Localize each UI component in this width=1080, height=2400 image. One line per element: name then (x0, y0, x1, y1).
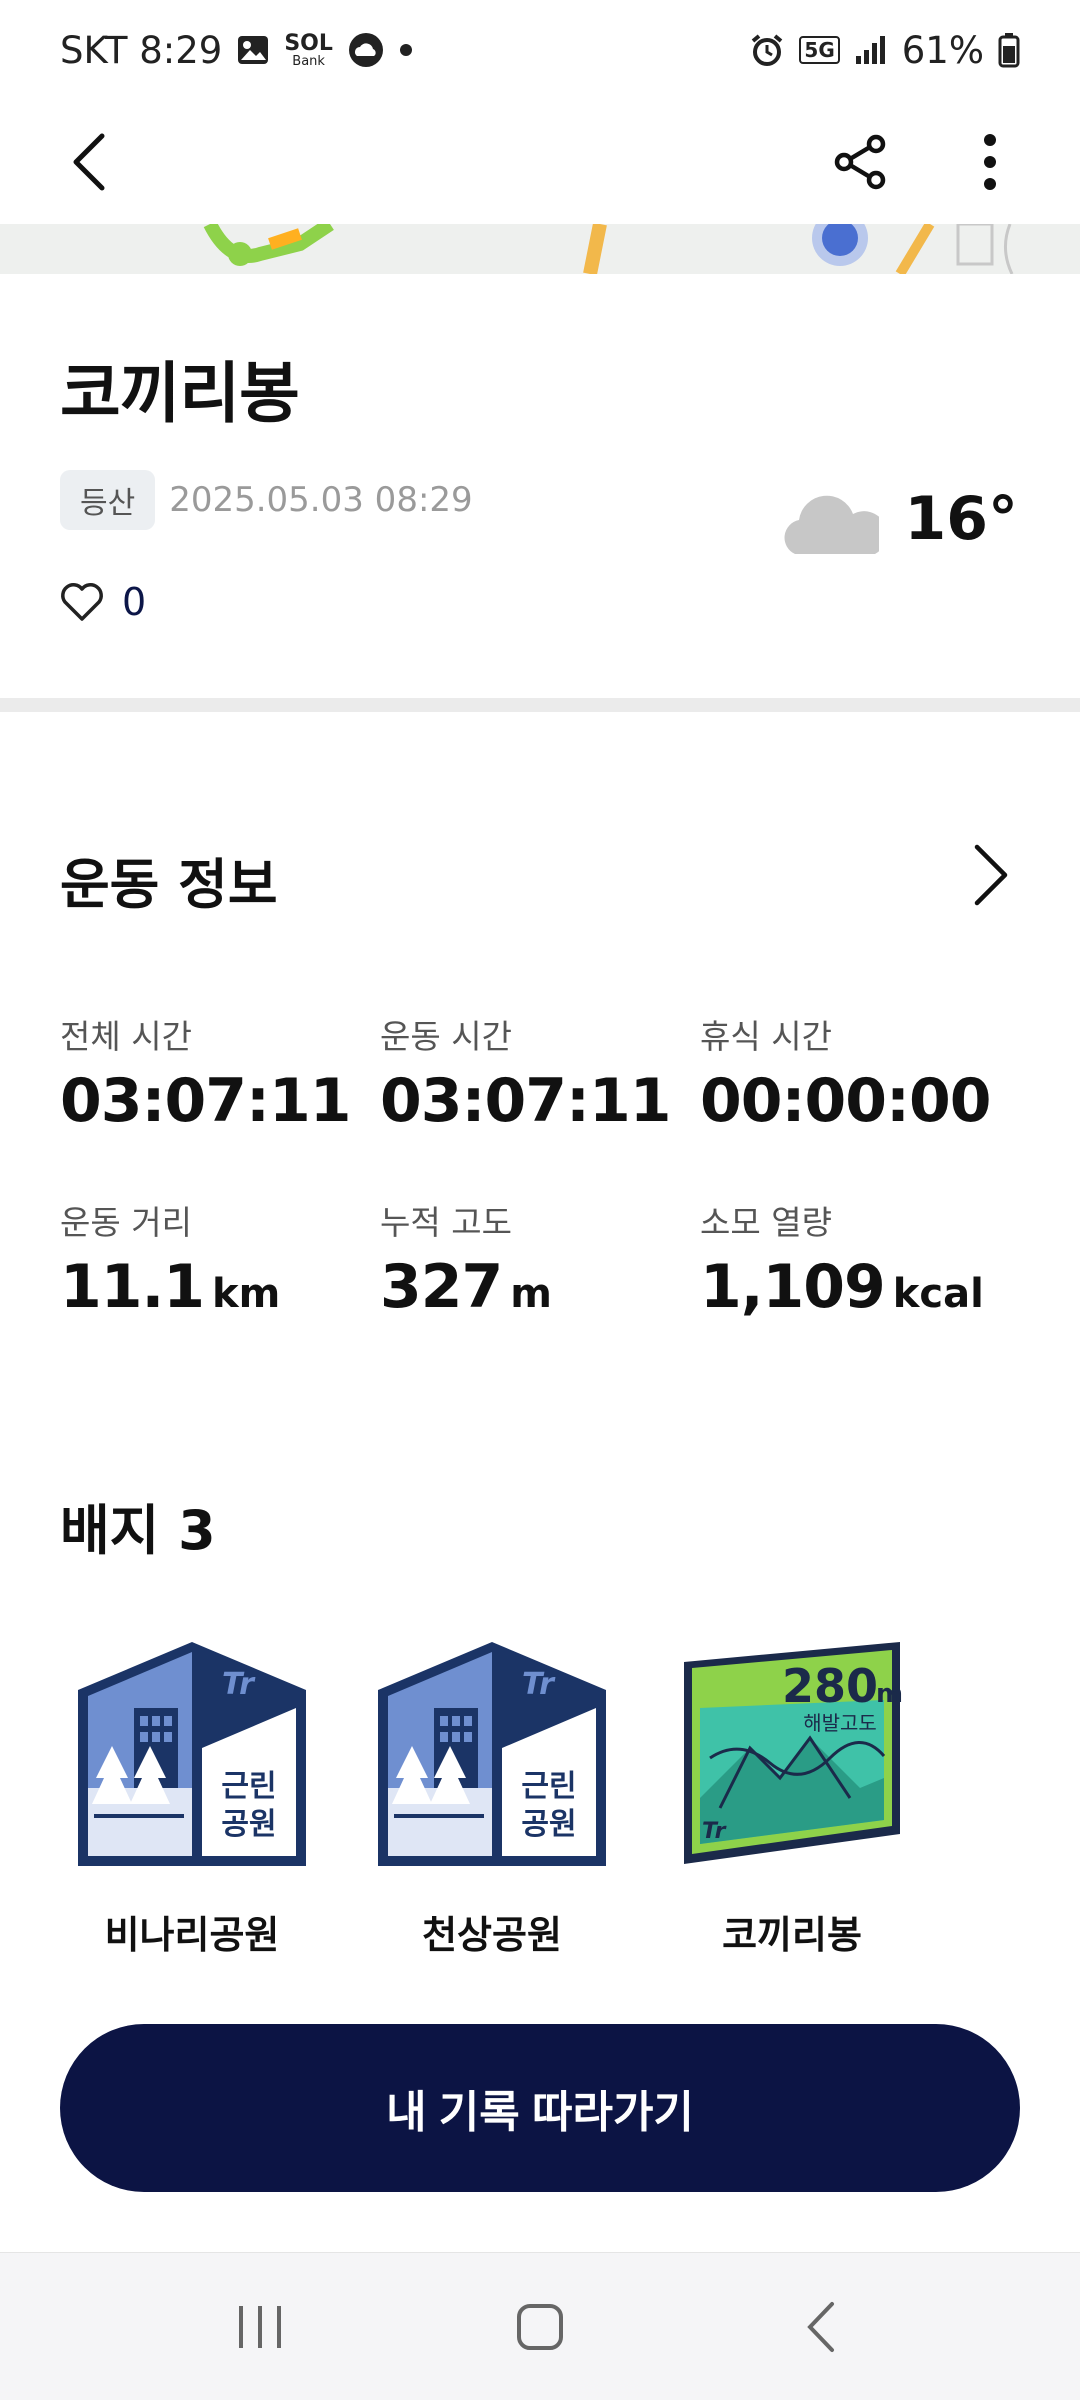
stat-distance: 운동 거리 11.1 km (60, 1196, 380, 1322)
sol-bank-icon: SOL Bank (284, 30, 333, 69)
activity-summary: 코끼리봉 등산 2025.05.03 08:29 0 16° (0, 274, 1080, 698)
home-icon (517, 2303, 563, 2350)
stat-label: 누적 고도 (380, 1203, 512, 1242)
park-badge-icon: Tr 근린 공원 (62, 1634, 322, 1874)
activity-type-tag: 등산 (60, 470, 156, 530)
stat-total-time: 전체 시간 03:07:11 (60, 1010, 380, 1136)
weather-cloud-icon (347, 31, 385, 69)
svg-text:공원: 공원 (221, 1807, 276, 1842)
activity-datetime: 2025.05.03 08:29 (169, 480, 473, 520)
nav-back-icon (807, 2301, 834, 2352)
stat-unit: m (510, 1271, 552, 1317)
stat-value: 327 m (380, 1252, 552, 1322)
signal-icon (854, 34, 888, 66)
route-map[interactable] (0, 224, 1080, 274)
svg-text:해발고도: 해발고도 (803, 1711, 877, 1735)
stat-rest-time: 휴식 시간 00:00:00 (700, 1010, 1020, 1136)
app-bar (0, 100, 1080, 224)
svg-text:근린: 근린 (221, 1769, 276, 1804)
recent-apps-button[interactable] (200, 2277, 320, 2377)
activity-title: 코끼리봉 (60, 355, 300, 432)
badges-title: 배지 3 (60, 1499, 216, 1562)
battery-percent: 61% (901, 28, 984, 72)
stat-label: 운동 거리 (60, 1203, 192, 1242)
gallery-icon (236, 33, 270, 67)
svg-text:280: 280 (782, 1659, 878, 1713)
stat-exercise-time: 운동 시간 03:07:11 (380, 1010, 700, 1136)
share-button[interactable] (810, 112, 910, 212)
alarm-icon (749, 32, 785, 68)
badge-name: 코끼리봉 (722, 1913, 862, 1957)
cloud-icon (784, 495, 879, 554)
park-badge-icon: Tr 근린 공원 (362, 1634, 622, 1874)
meta-row: 등산 2025.05.03 08:29 (60, 470, 473, 530)
carrier-time: SKT 8:29 (60, 28, 223, 72)
section-divider (0, 698, 1080, 712)
share-icon (834, 134, 886, 190)
more-vertical-icon (984, 134, 996, 190)
nav-back-button[interactable] (760, 2277, 880, 2377)
stat-value: 1,109 kcal (700, 1252, 984, 1322)
back-button[interactable] (40, 112, 140, 212)
like-button[interactable]: 0 (60, 580, 146, 624)
back-arrow-icon (73, 133, 105, 191)
temperature: 16° (904, 484, 1019, 554)
recent-apps-icon (239, 2305, 281, 2348)
status-bar: SKT 8:29 SOL Bank 5G 61% (0, 0, 1080, 100)
svg-text:근린: 근린 (521, 1769, 576, 1804)
svg-text:Tr: Tr (222, 1667, 256, 1702)
svg-text:Tr: Tr (702, 1819, 727, 1844)
more-button[interactable] (940, 112, 1040, 212)
svg-text:Tr: Tr (522, 1667, 556, 1702)
badge-item[interactable]: 280 m 해발고도 Tr 코끼리봉 (662, 1634, 922, 1959)
system-nav-bar (0, 2252, 1080, 2400)
stat-calories: 소모 열량 1,109 kcal (700, 1196, 1020, 1322)
badge-item[interactable]: Tr 근린 공원 천상공원 (362, 1634, 622, 1959)
heart-icon (61, 583, 103, 621)
stat-elevation-gain: 누적 고도 327 m (380, 1196, 700, 1322)
home-button[interactable] (480, 2277, 600, 2377)
stat-value: 03:07:11 (380, 1066, 671, 1136)
stat-label: 휴식 시간 (700, 1017, 832, 1056)
chevron-right-icon (974, 844, 1008, 906)
stat-unit: kcal (892, 1271, 984, 1317)
stat-value: 03:07:11 (60, 1066, 351, 1136)
svg-text:공원: 공원 (521, 1807, 576, 1842)
dot-icon (399, 43, 413, 57)
stat-label: 소모 열량 (700, 1203, 832, 1242)
stat-value: 00:00:00 (700, 1066, 991, 1136)
weather: 16° (777, 484, 1019, 554)
badge-name: 천상공원 (422, 1913, 562, 1957)
like-count: 0 (122, 580, 147, 624)
network-5g-icon: 5G (799, 36, 840, 64)
badge-item[interactable]: Tr 근린 공원 비나리공원 (62, 1634, 322, 1959)
follow-my-record-button[interactable]: 내 기록 따라가기 (60, 2024, 1020, 2192)
stat-value: 11.1 km (60, 1252, 281, 1322)
exercise-info-title: 운동 정보 (60, 853, 278, 916)
svg-text:m: m (876, 1679, 903, 1709)
stat-label: 전체 시간 (60, 1017, 192, 1056)
badge-name: 비나리공원 (104, 1913, 280, 1957)
stat-label: 운동 시간 (380, 1017, 512, 1056)
exercise-info-detail-button[interactable] (946, 830, 1036, 920)
stat-unit: km (212, 1271, 281, 1317)
mountain-badge-icon: 280 m 해발고도 Tr (662, 1634, 922, 1874)
map-graphic (0, 224, 1080, 274)
battery-icon (998, 32, 1020, 68)
